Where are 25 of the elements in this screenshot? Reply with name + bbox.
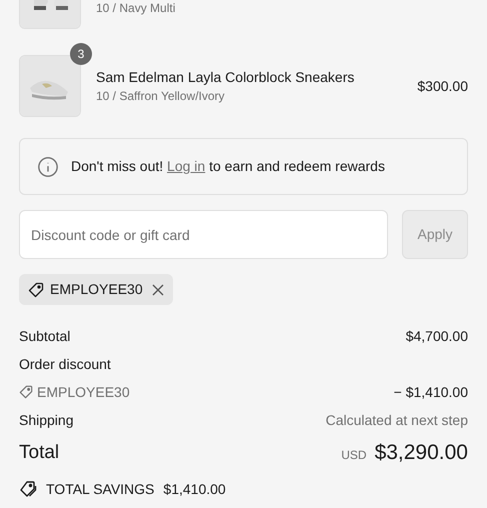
login-link[interactable]: Log in (167, 158, 206, 174)
tag-icon (28, 282, 44, 298)
total-savings-label: TOTAL SAVINGS (46, 480, 154, 498)
order-discount-label: Order discount (19, 354, 111, 374)
product-name: Sam Edelman Layla Colorblock Sneakers (96, 68, 356, 87)
total-savings-value: $1,410.00 (163, 480, 226, 498)
product-price: $300.00 (417, 76, 468, 96)
total-label: Total (19, 440, 60, 465)
info-icon (37, 156, 59, 178)
subtotal-label: Subtotal (19, 326, 70, 346)
shipping-value: Calculated at next step (326, 410, 468, 430)
shipping-label: Shipping (19, 410, 74, 430)
tags-icon (19, 480, 37, 498)
quantity-badge: 3 (70, 43, 92, 65)
total-value: $3,290.00 (374, 440, 468, 466)
subtotal-value: $4,700.00 (406, 326, 468, 346)
notice-text: Don't miss out! Log in to earn and redeem rewards (71, 157, 385, 176)
currency-label: USD (341, 447, 367, 464)
chip-label: EMPLOYEE30 (50, 280, 143, 299)
product-variant: 10 / Saffron Yellow/Ivory (96, 88, 226, 105)
tag-icon (19, 385, 33, 399)
discount-code-label: EMPLOYEE30 (37, 382, 130, 402)
product-variant: 10 / Navy Multi (96, 0, 176, 17)
discount-amount: − $1,410.00 (394, 382, 468, 402)
close-icon[interactable] (152, 284, 164, 296)
